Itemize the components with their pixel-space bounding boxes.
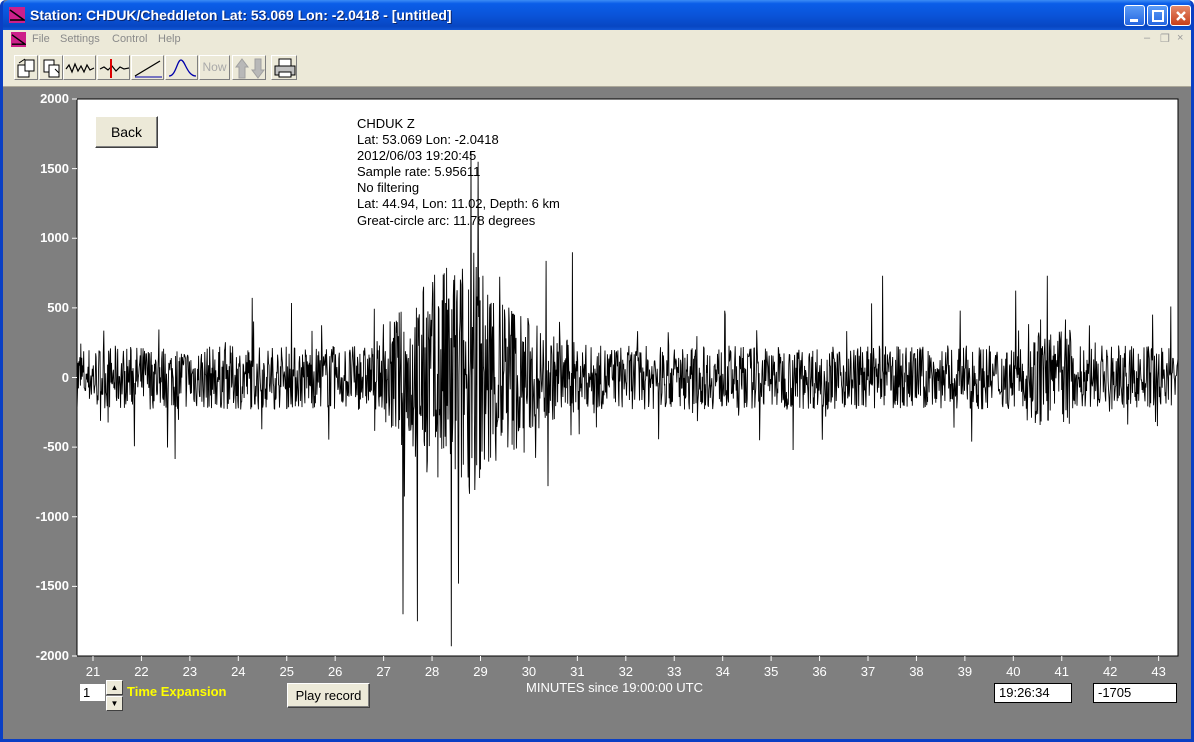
print-button[interactable] — [271, 55, 297, 80]
menu-help[interactable]: Help — [158, 33, 181, 45]
maximize-icon — [1152, 10, 1164, 22]
cursor-time-readout: 19:26:34 — [994, 683, 1072, 703]
title-bar[interactable]: Station: CHDUK/Cheddleton Lat: 53.069 Lo… — [3, 0, 1191, 30]
x-tick-label: 36 — [812, 664, 827, 679]
x-tick-label: 24 — [231, 664, 246, 679]
y-tick-label: -1000 — [35, 508, 69, 524]
save-icon — [43, 59, 60, 78]
waveform-icon — [65, 62, 95, 74]
time-expansion-label: Time Expansion — [127, 684, 227, 699]
spectrum-button[interactable] — [165, 55, 198, 80]
open-button[interactable] — [14, 55, 38, 80]
spin-up-icon[interactable]: ▲ — [106, 680, 123, 695]
app-logo-icon — [9, 7, 25, 23]
info-line: CHDUK Z — [357, 116, 415, 131]
maximize-button[interactable] — [1147, 5, 1168, 26]
x-tick-label: 22 — [134, 664, 149, 679]
spin-down-icon[interactable]: ▼ — [106, 696, 123, 711]
info-line: Lat: 53.069 Lon: -2.0418 — [357, 132, 499, 148]
menu-file[interactable]: File — [32, 33, 50, 45]
spectrum-icon — [168, 59, 197, 77]
app-window: Station: CHDUK/Cheddleton Lat: 53.069 Lo… — [0, 0, 1194, 742]
minimize-button[interactable] — [1124, 5, 1145, 26]
save-button[interactable] — [39, 55, 63, 80]
now-button[interactable]: Now — [199, 55, 230, 80]
x-tick-label: 26 — [327, 664, 343, 679]
x-tick-label: 25 — [279, 664, 294, 679]
window-title: Station: CHDUK/Cheddleton Lat: 53.069 Lo… — [30, 7, 452, 23]
x-tick-label: 33 — [667, 664, 682, 679]
y-tick-label: 500 — [47, 299, 69, 315]
y-tick-label: 1500 — [40, 160, 69, 176]
minimize-icon — [1130, 19, 1138, 22]
document-minimize-icon[interactable]: – — [1144, 32, 1150, 44]
x-tick-label: 37 — [860, 664, 876, 679]
time-expansion-input[interactable]: 1 — [79, 683, 106, 702]
close-icon — [1176, 11, 1186, 21]
menu-control[interactable]: Control — [112, 33, 147, 45]
x-tick-label: 29 — [473, 664, 488, 679]
x-tick-label: 38 — [909, 664, 924, 679]
seismogram-chart[interactable] — [3, 87, 1191, 742]
y-tick-label: -500 — [42, 439, 69, 455]
x-tick-label: 43 — [1151, 664, 1166, 679]
play-record-button[interactable]: Play record — [287, 683, 370, 708]
x-tick-label: 40 — [1006, 664, 1021, 679]
pick-marker-button[interactable] — [97, 55, 130, 80]
y-tick-label: 2000 — [40, 91, 69, 106]
document-restore-icon[interactable]: ❐ — [1160, 32, 1170, 45]
back-button[interactable]: Back — [95, 116, 158, 148]
info-line: 2012/06/03 19:20:45 — [357, 148, 477, 164]
waveform-button[interactable] — [63, 55, 96, 80]
x-tick-label: 32 — [618, 664, 634, 679]
y-tick-label: -1500 — [35, 578, 69, 594]
x-tick-label: 42 — [1102, 664, 1118, 679]
info-line: Sample rate: 5.95611 — [357, 164, 481, 180]
toolbar: Now — [3, 49, 1191, 87]
pick-marker-icon — [99, 59, 130, 78]
y-tick-label: 1000 — [40, 230, 69, 246]
x-tick-label: 39 — [957, 664, 973, 679]
info-line: No filtering — [357, 180, 420, 196]
x-tick-label: 41 — [1054, 664, 1069, 679]
document-logo-icon — [11, 32, 26, 47]
x-tick-label: 23 — [182, 664, 198, 679]
menu-settings[interactable]: Settings — [60, 33, 100, 45]
printer-icon — [274, 58, 296, 78]
up-down-arrows-icon — [235, 58, 265, 79]
x-tick-label: 35 — [763, 664, 779, 679]
x-tick-label: 34 — [715, 664, 730, 679]
menu-bar: File Settings Control Help – ❐ × — [3, 30, 1191, 49]
close-button[interactable] — [1170, 5, 1191, 26]
x-tick-label: 31 — [570, 664, 585, 679]
time-expansion-spinner[interactable]: ▲ ▼ — [106, 680, 123, 711]
y-tick-label: 0 — [61, 369, 69, 385]
up-down-button[interactable] — [232, 55, 266, 80]
document-close-icon[interactable]: × — [1177, 32, 1183, 44]
station-info: CHDUK Z Lat: 53.069 Lon: -2.0418 2012/06… — [357, 116, 560, 229]
x-tick-label: 30 — [521, 664, 537, 679]
open-icon — [17, 58, 35, 78]
plot-area: 2000 1500 1000 500 0 -500 -1000 -1500 -2000 21 22… — [3, 87, 1191, 742]
x-tick-label: 21 — [85, 664, 101, 679]
x-tick-label: 28 — [424, 664, 440, 679]
slope-button[interactable] — [131, 55, 164, 80]
x-tick-label: 27 — [376, 664, 391, 679]
x-axis-label: MINUTES since 19:00:00 UTC — [526, 680, 704, 695]
y-tick-label: -2000 — [35, 648, 69, 663]
info-line: Great-circle arc: 11.78 degrees — [357, 212, 536, 228]
info-line: Lat: 44.94, Lon: 11.02, Depth: 6 km — [357, 196, 560, 212]
slope-icon — [134, 60, 162, 78]
cursor-value-readout: -1705 — [1093, 683, 1177, 703]
